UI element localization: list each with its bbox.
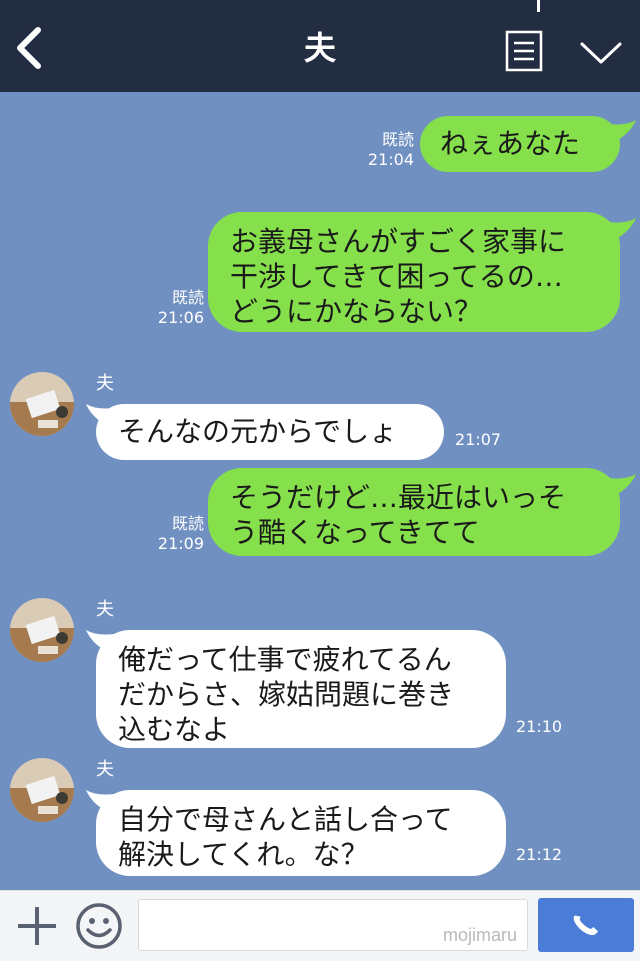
message-line: だからさ、嫁姑問題に巻き	[118, 678, 455, 711]
status-notch	[537, 0, 540, 12]
read-receipt: 既読	[171, 288, 204, 307]
message-status: 既読 21:09	[150, 514, 204, 554]
timestamp: 21:12	[516, 845, 563, 864]
sender-name: 夫	[96, 759, 114, 780]
watermark: mojimaru	[442, 925, 517, 945]
bubble-tail	[608, 474, 636, 496]
avatar[interactable]	[10, 598, 74, 662]
timestamp: 21:09	[157, 534, 204, 553]
message-line: 干渉してきて困ってるの…	[230, 260, 563, 293]
menu-list-icon[interactable]	[505, 30, 543, 72]
call-button[interactable]	[538, 898, 634, 952]
plus-icon[interactable]	[14, 903, 60, 949]
emoji-icon[interactable]	[74, 901, 124, 951]
message-line: そうだけど…最近はいっそ	[230, 481, 567, 514]
timestamp: 21:07	[455, 430, 502, 449]
sent-message-bubble[interactable]: そうだけど…最近はいっそ う酷くなってきてて	[208, 468, 620, 556]
sent-message-bubble[interactable]: お義母さんがすごく家事に 干渉してきて困ってるの… どうにかならない？	[208, 212, 620, 332]
read-receipt: 既読	[171, 514, 204, 533]
chat-header: 夫	[0, 0, 640, 92]
message-line: どうにかならない？	[230, 295, 483, 328]
read-receipt: 既読	[381, 130, 414, 149]
sender-name: 夫	[96, 373, 114, 394]
message-line: お義母さんがすごく家事に	[230, 225, 567, 258]
bubble-tail	[608, 218, 636, 240]
chat-title: 夫	[303, 29, 336, 67]
sender-name: 夫	[96, 599, 114, 620]
message-line: 込むなよ	[118, 713, 231, 746]
message-input[interactable]: mojimaru	[138, 899, 528, 951]
message-input-bar: mojimaru	[0, 890, 640, 961]
avatar[interactable]	[10, 758, 74, 822]
message-text: そんなの元からでしょ	[118, 415, 398, 448]
message-line: 解決してくれ。な？	[118, 838, 369, 871]
timestamp: 21:04	[367, 150, 414, 169]
received-message-bubble[interactable]: 自分で母さんと話し合って 解決してくれ。な？	[96, 790, 506, 876]
message-text: ねぇあなた	[440, 127, 581, 160]
sent-message-bubble[interactable]: ねぇあなた	[420, 116, 620, 172]
phone-icon	[573, 915, 599, 936]
timestamp: 21:06	[157, 308, 204, 327]
timestamp: 21:10	[516, 717, 563, 736]
avatar[interactable]	[10, 372, 74, 436]
message-line: 自分で母さんと話し合って	[118, 803, 453, 836]
message-line: 俺だって仕事で疲れてるん	[118, 643, 452, 676]
message-status: 既読 21:06	[150, 288, 204, 328]
bubble-tail	[608, 120, 636, 142]
message-status: 既読 21:04	[360, 130, 414, 170]
chevron-down-icon[interactable]	[578, 38, 624, 68]
received-message-bubble[interactable]: そんなの元からでしょ	[96, 404, 444, 460]
message-line: う酷くなってきてて	[230, 516, 480, 549]
received-message-bubble[interactable]: 俺だって仕事で疲れてるん だからさ、嫁姑問題に巻き 込むなよ	[96, 630, 506, 748]
